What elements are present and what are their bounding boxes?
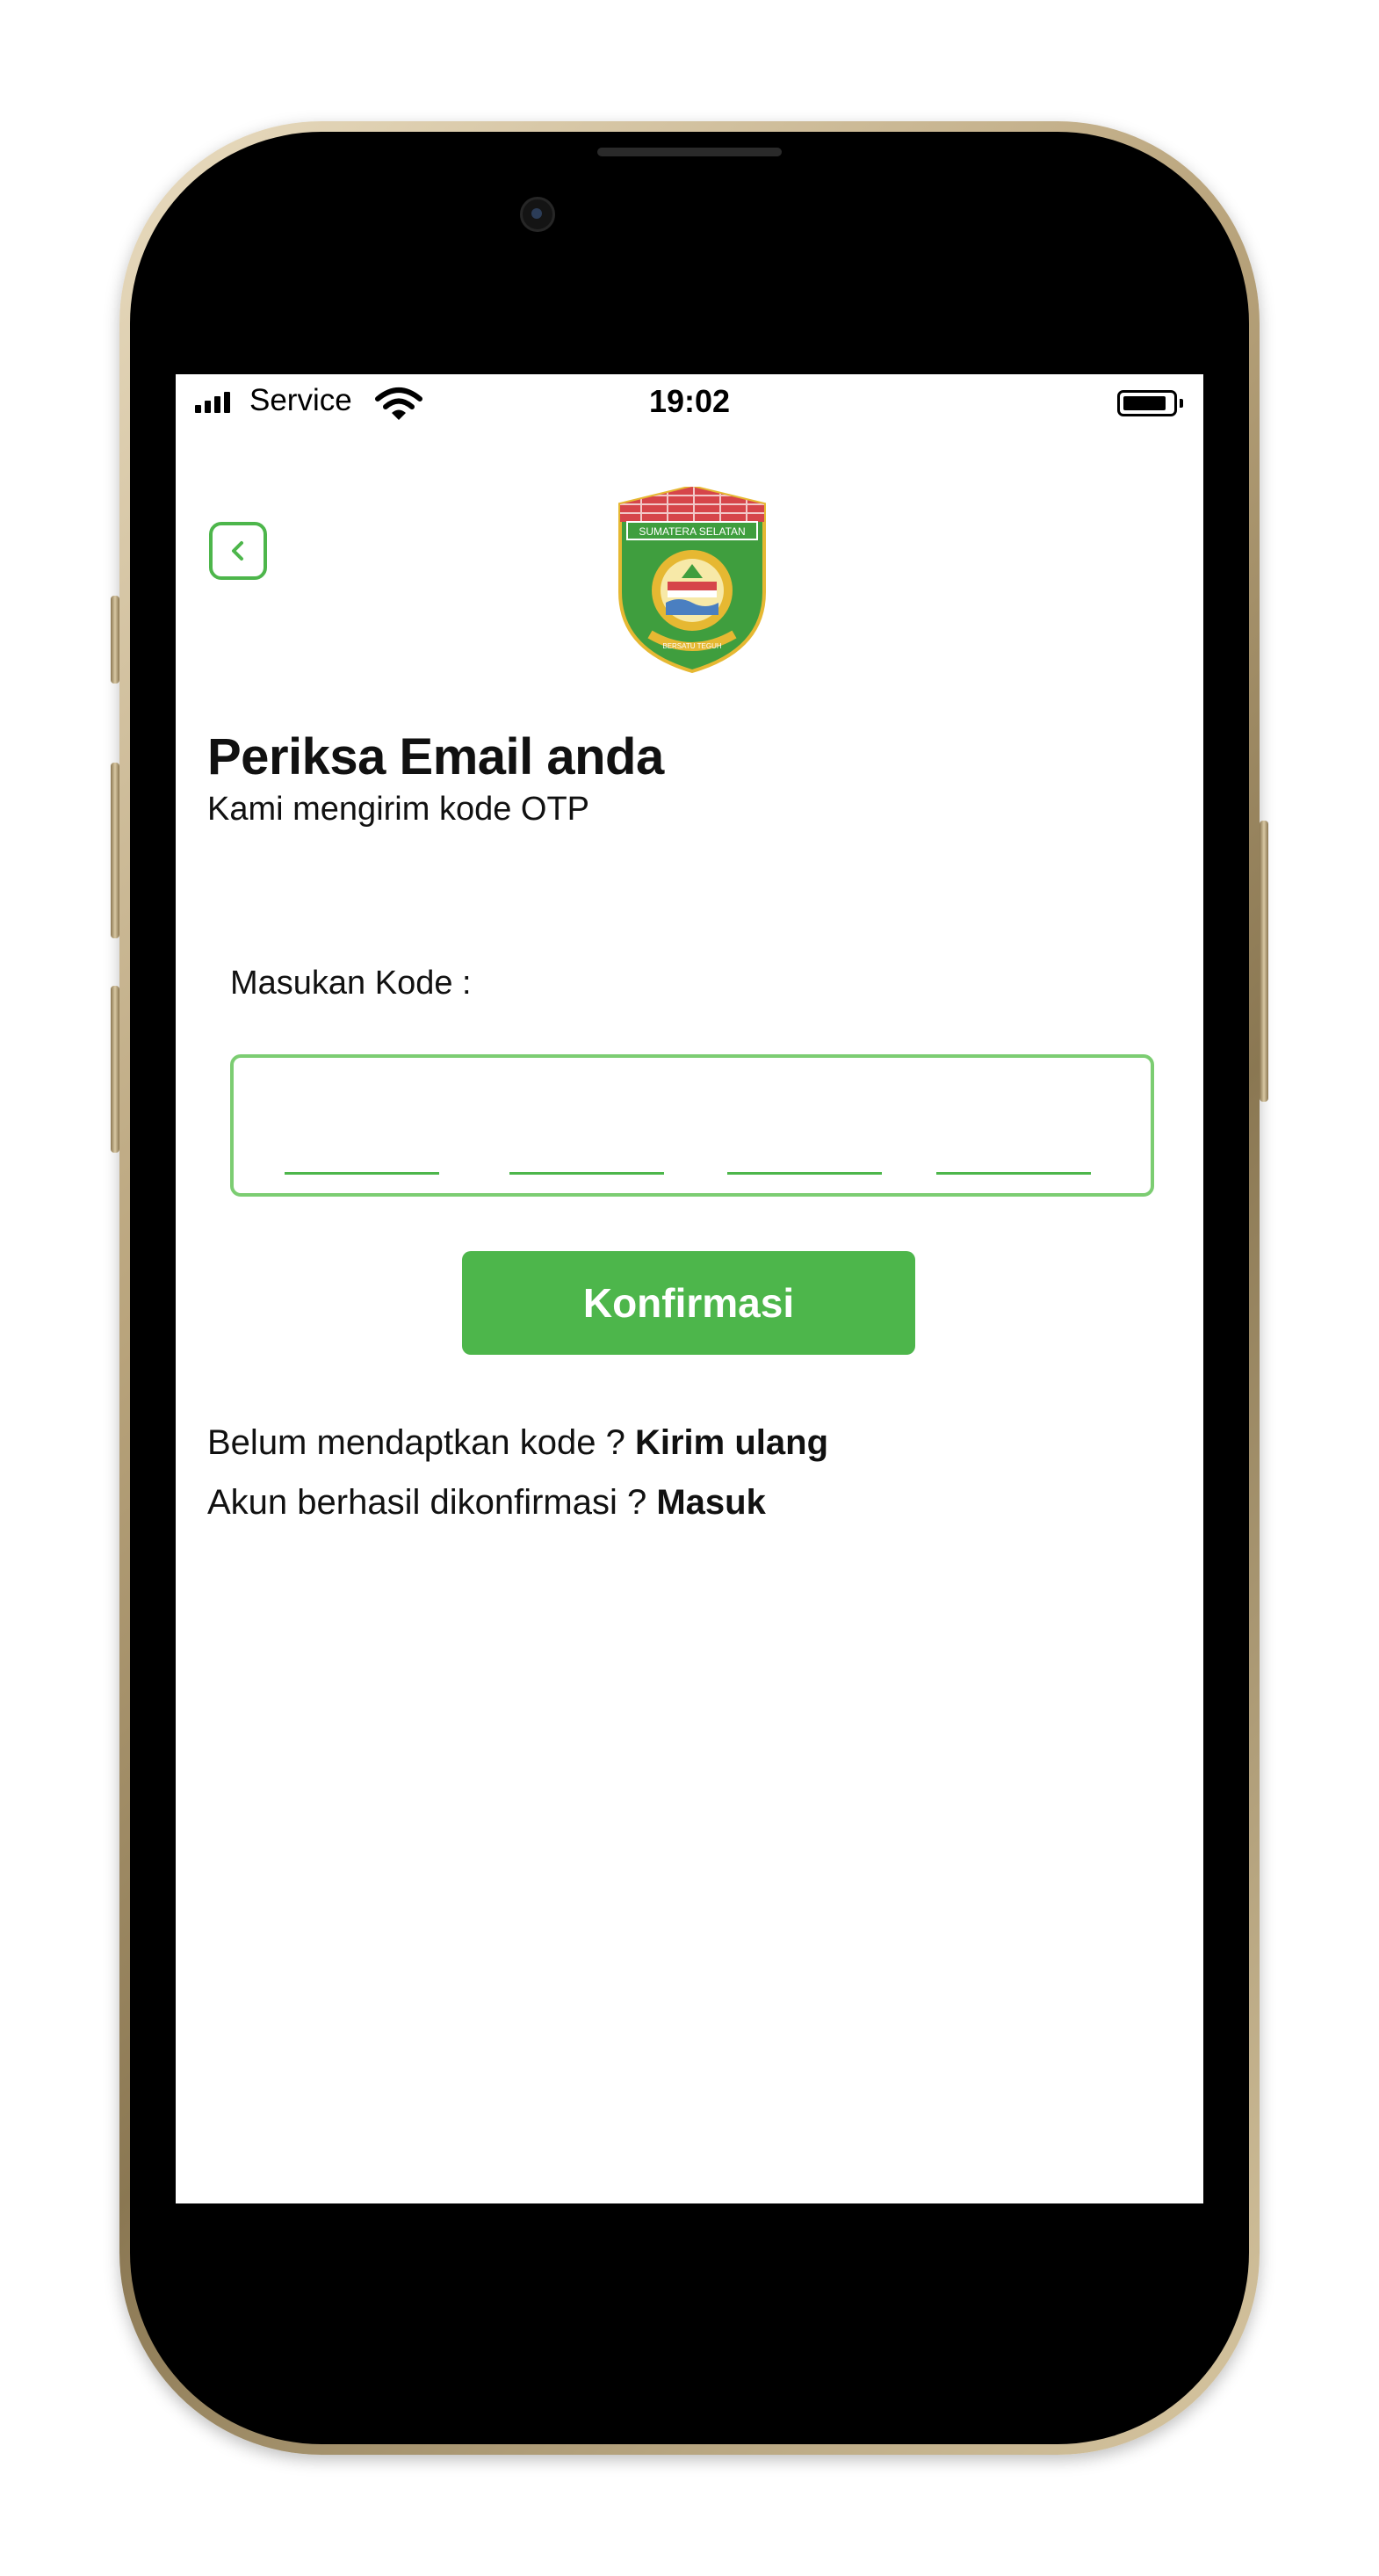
otp-digit-3[interactable]: [727, 1172, 882, 1175]
login-row: Akun berhasil dikonfirmasi ? Masuk: [207, 1483, 766, 1523]
confirm-button[interactable]: Konfirmasi: [462, 1251, 915, 1355]
status-bar: Service 19:02: [176, 374, 1203, 429]
speaker-grille: [597, 148, 782, 156]
otp-label: Masukan Kode :: [230, 965, 472, 1002]
login-prompt: Akun berhasil dikonfirmasi ?: [207, 1483, 647, 1522]
otp-input-box[interactable]: [230, 1054, 1154, 1197]
chevron-left-icon: [232, 541, 243, 561]
status-time: 19:02: [648, 383, 731, 419]
page-title: Periksa Email anda: [207, 728, 664, 785]
power-button: [1260, 821, 1268, 1102]
resend-link[interactable]: Kirim ulang: [635, 1423, 828, 1462]
otp-digit-2[interactable]: [509, 1172, 664, 1175]
volume-down-button: [111, 986, 119, 1153]
battery-terminal: [1180, 399, 1183, 408]
back-button[interactable]: [209, 522, 267, 580]
otp-digit-4[interactable]: [936, 1172, 1091, 1175]
otp-digit-1[interactable]: [285, 1172, 439, 1175]
login-link[interactable]: Masuk: [656, 1483, 766, 1522]
page-subtitle: Kami mengirim kode OTP: [207, 791, 590, 828]
app-screen: Service 19:02 SUMATERA SELATAN BERSATU T…: [176, 374, 1203, 2203]
logo-banner-text: SUMATERA SELATAN: [639, 525, 745, 538]
logo-motto-text: BERSATU TEGUH: [662, 642, 721, 650]
resend-row: Belum mendaptkan kode ? Kirim ulang: [207, 1423, 828, 1463]
front-camera: [520, 197, 555, 232]
province-emblem-logo: SUMATERA SELATAN BERSATU TEGUH: [618, 487, 766, 673]
volume-up-button: [111, 763, 119, 938]
mute-switch: [111, 596, 119, 684]
battery-icon: [1117, 390, 1177, 416]
resend-prompt: Belum mendaptkan kode ?: [207, 1423, 625, 1462]
